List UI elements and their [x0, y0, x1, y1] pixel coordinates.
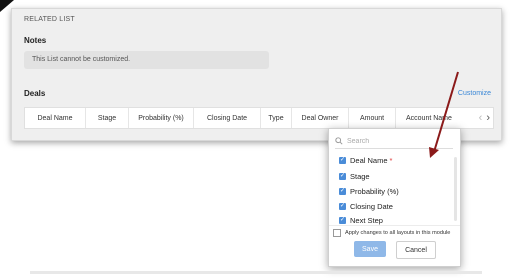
- page-bottom-shadow: [30, 271, 482, 274]
- annotation-arrow: [429, 71, 459, 158]
